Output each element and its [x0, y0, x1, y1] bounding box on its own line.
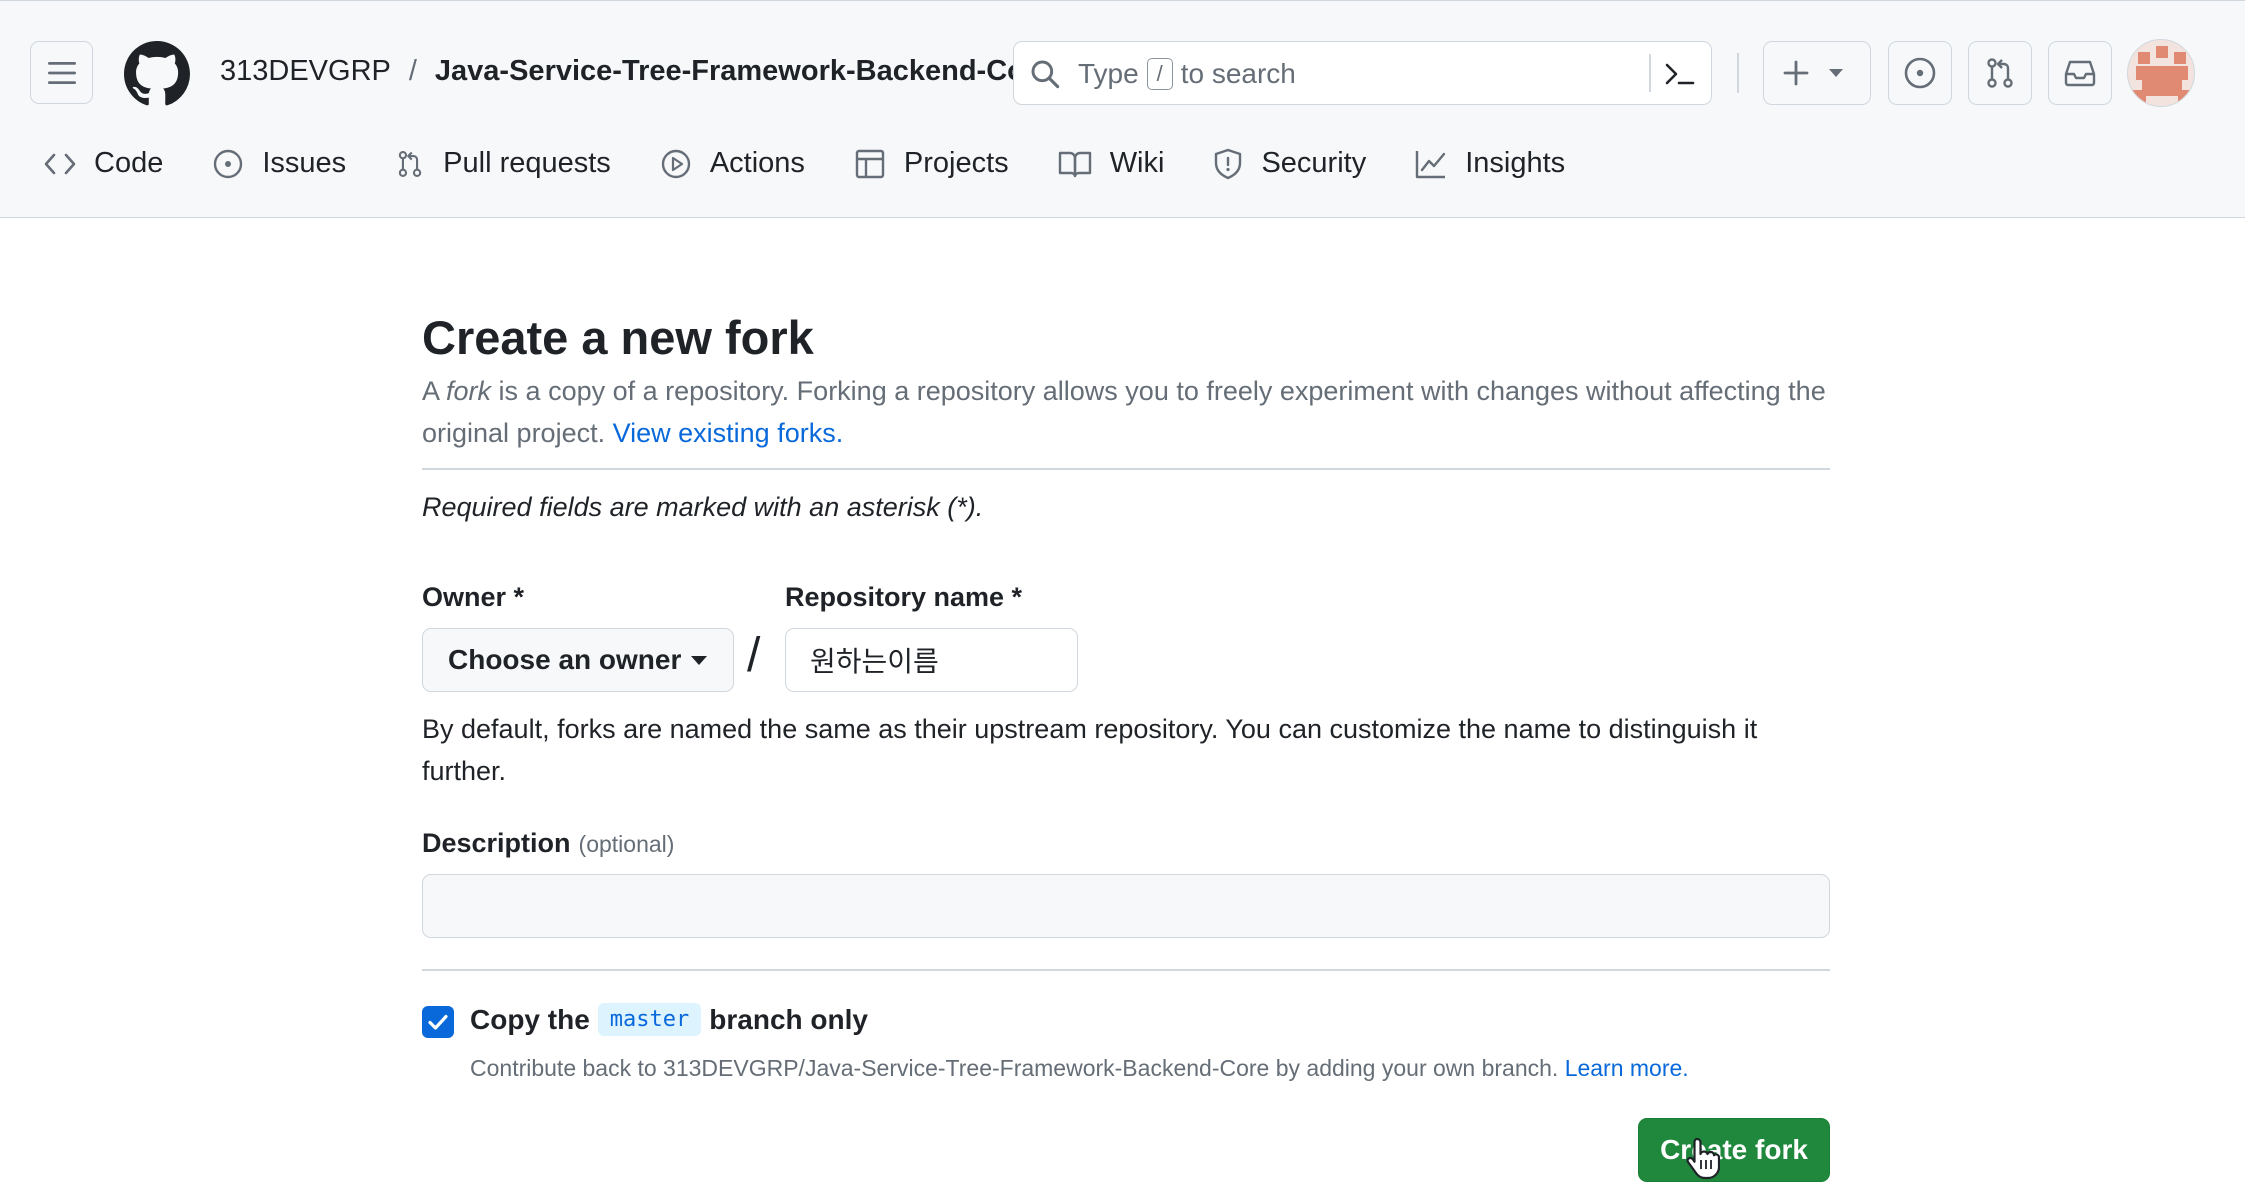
- plus-icon: [1783, 60, 1809, 86]
- optional-tag: (optional): [578, 831, 675, 857]
- graph-icon: [1416, 150, 1446, 178]
- tab-projects[interactable]: Projects: [854, 147, 1009, 180]
- issue-opened-icon: [1904, 57, 1936, 89]
- required-fields-note: Required fields are marked with an aster…: [422, 492, 984, 522]
- lead-text-fork: fork: [446, 376, 492, 406]
- repo-name-help: By default, forks are named the same as …: [422, 714, 1758, 786]
- description-label: Description (optional): [422, 828, 674, 859]
- tab-code[interactable]: Code: [44, 147, 163, 180]
- user-avatar[interactable]: [2127, 39, 2195, 107]
- copy-branch-checkbox[interactable]: [422, 1006, 454, 1038]
- search-placeholder: Type / to search: [1078, 58, 1296, 90]
- tab-wiki[interactable]: Wiki: [1058, 147, 1165, 180]
- breadcrumb-owner-link[interactable]: 313DEVGRP: [220, 55, 391, 88]
- search-shortcut-key: /: [1146, 58, 1173, 90]
- description-label-text: Description: [422, 828, 571, 858]
- tab-pull-requests[interactable]: Pull requests: [395, 147, 611, 180]
- check-icon: [428, 1014, 448, 1030]
- issue-opened-icon: [214, 149, 243, 178]
- tab-security-label: Security: [1261, 147, 1367, 179]
- tab-projects-label: Projects: [903, 147, 1009, 179]
- learn-more-link[interactable]: Learn more.: [1565, 1055, 1689, 1081]
- triangle-down-icon: [691, 656, 707, 665]
- copy-label-suffix: branch only: [709, 1003, 868, 1035]
- tab-security[interactable]: Security: [1213, 147, 1366, 180]
- inbox-icon: [2064, 60, 2096, 87]
- copy-branch-help: Contribute back to 313DEVGRP/Java-Servic…: [470, 1055, 1689, 1082]
- tab-code-label: Code: [94, 147, 164, 179]
- header-divider: [1737, 53, 1739, 93]
- view-existing-forks-link[interactable]: View existing forks.: [613, 418, 844, 448]
- search-input[interactable]: Type / to search: [1013, 41, 1712, 105]
- tab-insights[interactable]: Insights: [1415, 147, 1565, 180]
- branch-name-code: master: [597, 1003, 702, 1036]
- breadcrumb: 313DEVGRP / Java-Service-Tree-Framework-…: [220, 55, 1052, 88]
- create-fork-button[interactable]: Create fork: [1638, 1118, 1830, 1182]
- search-placeholder-suffix: to search: [1180, 58, 1296, 89]
- breadcrumb-separator: /: [408, 55, 417, 87]
- repo-name-label: Repository name *: [785, 582, 1023, 612]
- menu-button[interactable]: [30, 41, 93, 104]
- git-pull-request-icon: [398, 150, 422, 177]
- owner-label: Owner *: [422, 582, 525, 612]
- command-palette-icon[interactable]: [1663, 58, 1697, 90]
- tab-insights-label: Insights: [1465, 147, 1566, 179]
- breadcrumb-repo-link[interactable]: Java-Service-Tree-Framework-Backend-Core: [435, 55, 1052, 88]
- tab-actions[interactable]: Actions: [660, 147, 805, 180]
- global-header: 313DEVGRP / Java-Service-Tree-Framework-…: [0, 0, 2245, 218]
- owner-dropdown[interactable]: Choose an owner: [422, 628, 734, 692]
- issues-button[interactable]: [1888, 41, 1952, 105]
- lead-text-a: A: [422, 376, 447, 406]
- owner-repo-separator: /: [747, 629, 761, 682]
- search-icon: [1031, 60, 1060, 89]
- copy-branch-label[interactable]: Copy the master branch only: [470, 1003, 868, 1036]
- create-new-button[interactable]: [1763, 41, 1871, 105]
- github-logo-icon[interactable]: [124, 41, 190, 107]
- inbox-button[interactable]: [2048, 41, 2112, 105]
- hand-pointer-icon: [1686, 1137, 1720, 1180]
- repo-name-input[interactable]: [785, 628, 1078, 692]
- divider: [422, 468, 1830, 470]
- divider: [422, 969, 1830, 971]
- copy-label-prefix: Copy the: [470, 1003, 590, 1035]
- contrib-text: Contribute back to 313DEVGRP/Java-Servic…: [470, 1055, 1565, 1081]
- hamburger-icon: [47, 61, 76, 84]
- owner-dropdown-value: Choose an owner: [448, 644, 682, 675]
- tab-actions-label: Actions: [709, 147, 805, 179]
- git-pull-request-icon: [1987, 58, 2013, 88]
- book-icon: [1058, 151, 1091, 177]
- search-divider: [1649, 54, 1651, 92]
- repo-tabs: Code Issues Pull requests Actions Projec…: [44, 147, 1614, 180]
- search-placeholder-prefix: Type: [1078, 58, 1139, 89]
- tab-issues[interactable]: Issues: [212, 147, 346, 180]
- shield-icon: [1215, 148, 1242, 179]
- code-icon: [44, 153, 76, 174]
- tab-issues-label: Issues: [262, 147, 347, 179]
- page-title: Create a new fork: [422, 311, 814, 364]
- play-icon: [661, 149, 691, 178]
- fork-description: A fork is a copy of a repository. Forkin…: [422, 370, 1830, 454]
- description-input[interactable]: [422, 874, 1830, 938]
- triangle-down-icon: [1829, 69, 1843, 77]
- identicon-icon: [2132, 46, 2192, 104]
- tab-wiki-label: Wiki: [1109, 147, 1165, 179]
- table-icon: [855, 149, 885, 178]
- tab-pull-requests-label: Pull requests: [443, 147, 611, 179]
- pull-requests-button[interactable]: [1968, 41, 2032, 105]
